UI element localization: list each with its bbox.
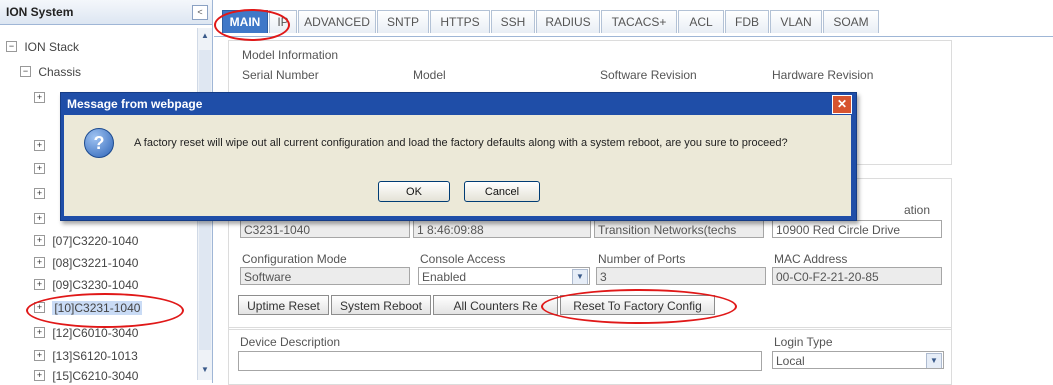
- dialog-message: A factory reset will wipe out all curren…: [134, 137, 788, 149]
- uptime-value-field: 1 8:46:09:88: [413, 220, 591, 238]
- tree-item-label[interactable]: [12]C6010-3040: [52, 326, 138, 340]
- software-revision-label: Software Revision: [600, 68, 699, 82]
- tree-expand-icon[interactable]: +: [34, 302, 45, 314]
- mac-address-field: 00-C0-F2-21-20-85: [772, 267, 942, 285]
- tree-item-label[interactable]: [15]C6210-3040: [52, 369, 138, 383]
- hardware-revision-label: Hardware Revision: [772, 68, 876, 82]
- tree-item-s6120[interactable]: + [13]S6120-1013: [34, 348, 138, 363]
- tree-expand-icon[interactable]: +: [34, 163, 45, 175]
- login-type-label: Login Type: [774, 335, 835, 349]
- location-label: ation: [904, 203, 933, 217]
- number-of-ports-label: Number of Ports: [598, 252, 688, 266]
- tree-item-label[interactable]: [08]C3221-1040: [52, 256, 138, 270]
- tree-expand-icon[interactable]: +: [34, 350, 45, 362]
- model-info-title: Model Information: [242, 48, 339, 62]
- tree-expand-icon[interactable]: +: [34, 140, 45, 152]
- tree-expand-icon[interactable]: +: [34, 92, 45, 104]
- tree-item-ion-stack[interactable]: − ION Stack: [6, 39, 79, 54]
- tree-item-c3221[interactable]: + [08]C3221-1040: [34, 255, 138, 270]
- tree-item-label[interactable]: [09]C3230-1040: [52, 278, 138, 292]
- mac-address-label: MAC Address: [774, 252, 850, 266]
- scroll-up-icon[interactable]: ▲: [199, 30, 211, 42]
- dropdown-arrow-icon[interactable]: ▼: [572, 269, 588, 284]
- tree-expand-icon[interactable]: +: [34, 327, 45, 339]
- tab-https[interactable]: HTTPS: [430, 10, 490, 33]
- tree-expand-icon[interactable]: +: [34, 279, 45, 291]
- configuration-mode-label: Configuration Mode: [242, 252, 349, 266]
- console-access-select[interactable]: Enabled ▼: [418, 267, 590, 285]
- tree-item-label[interactable]: [07]C3220-1040: [52, 234, 138, 248]
- console-access-label: Console Access: [420, 252, 508, 266]
- login-type-value: Local: [776, 354, 805, 368]
- tree-item-hidden[interactable]: +: [34, 211, 49, 225]
- dialog-titlebar[interactable]: Message from webpage ✕: [61, 93, 856, 115]
- tree-expand-icon[interactable]: −: [20, 66, 31, 78]
- tree-item-label[interactable]: [10]C3231-1040: [52, 300, 143, 315]
- tree-item-c6010[interactable]: + [12]C6010-3040: [34, 325, 138, 340]
- tree-item-c3231-selected[interactable]: + [10]C3231-1040: [34, 300, 143, 315]
- tree-item-hidden[interactable]: +: [34, 90, 49, 104]
- all-counters-reset-button[interactable]: All Counters Re: [433, 295, 558, 315]
- ok-button[interactable]: OK: [378, 181, 450, 202]
- tab-bar: MAIN IP ADVANCED SNTP HTTPS SSH RADIUS T…: [214, 6, 1053, 37]
- tab-tacacs[interactable]: TACACS+: [601, 10, 677, 33]
- system-reboot-button[interactable]: System Reboot: [331, 295, 431, 315]
- device-description-input[interactable]: [238, 351, 762, 371]
- tab-soam[interactable]: SOAM: [823, 10, 879, 33]
- login-type-select[interactable]: Local ▼: [772, 351, 944, 369]
- contact-value-field: Transition Networks(techs: [594, 220, 764, 238]
- cancel-button[interactable]: Cancel: [464, 181, 540, 202]
- tab-main[interactable]: MAIN: [222, 10, 268, 33]
- tab-radius[interactable]: RADIUS: [536, 10, 600, 33]
- tree-item-hidden[interactable]: +: [34, 138, 49, 152]
- tree-item-hidden[interactable]: +: [34, 186, 49, 200]
- tree-item-hidden[interactable]: +: [34, 161, 49, 175]
- tree-expand-icon[interactable]: −: [6, 41, 17, 53]
- close-icon[interactable]: ✕: [832, 95, 852, 114]
- tree-expand-icon[interactable]: +: [34, 235, 45, 247]
- tab-ip[interactable]: IP: [269, 10, 297, 33]
- tree-item-chassis[interactable]: − Chassis: [20, 64, 81, 79]
- tree-item-c3220[interactable]: + [07]C3220-1040: [34, 233, 138, 248]
- model-value-field: C3231-1040: [240, 220, 410, 238]
- uptime-reset-button[interactable]: Uptime Reset: [238, 295, 329, 315]
- reset-to-factory-config-button[interactable]: Reset To Factory Config: [560, 295, 715, 315]
- dialog-body: ? A factory reset will wipe out all curr…: [64, 115, 851, 216]
- tree-item-label[interactable]: Chassis: [38, 65, 81, 79]
- model-label: Model: [413, 68, 448, 82]
- number-of-ports-field: 3: [596, 267, 766, 285]
- tree-item-c6210[interactable]: + [15]C6210-3040: [34, 368, 138, 383]
- tab-vlan[interactable]: VLAN: [770, 10, 822, 33]
- collapse-panel-icon[interactable]: <: [192, 5, 208, 20]
- tree-panel-header: ION System <: [0, 0, 212, 25]
- tab-sntp[interactable]: SNTP: [377, 10, 429, 33]
- location-field[interactable]: 10900 Red Circle Drive: [772, 220, 942, 238]
- dialog-title: Message from webpage: [67, 97, 203, 111]
- console-access-value: Enabled: [422, 270, 467, 284]
- tab-advanced[interactable]: ADVANCED: [298, 10, 376, 33]
- scroll-down-icon[interactable]: ▼: [199, 364, 211, 376]
- tree-item-label[interactable]: ION Stack: [24, 40, 79, 54]
- question-icon: ?: [84, 128, 114, 158]
- tree-expand-icon[interactable]: +: [34, 213, 45, 225]
- tab-fdb[interactable]: FDB: [725, 10, 769, 33]
- tree-item-label[interactable]: [13]S6120-1013: [52, 349, 137, 363]
- serial-number-label: Serial Number: [242, 68, 321, 82]
- tab-acl[interactable]: ACL: [678, 10, 724, 33]
- tree-item-c3230[interactable]: + [09]C3230-1040: [34, 277, 138, 292]
- tree-expand-icon[interactable]: +: [34, 188, 45, 200]
- dropdown-arrow-icon[interactable]: ▼: [926, 353, 942, 368]
- configuration-mode-field: Software: [240, 267, 410, 285]
- tree-panel-title: ION System: [6, 5, 74, 19]
- tree-expand-icon[interactable]: +: [34, 257, 45, 269]
- confirm-dialog: Message from webpage ✕ ? A factory reset…: [60, 92, 857, 221]
- tab-ssh[interactable]: SSH: [491, 10, 535, 33]
- tree-expand-icon[interactable]: +: [34, 370, 45, 382]
- device-description-label: Device Description: [240, 335, 343, 349]
